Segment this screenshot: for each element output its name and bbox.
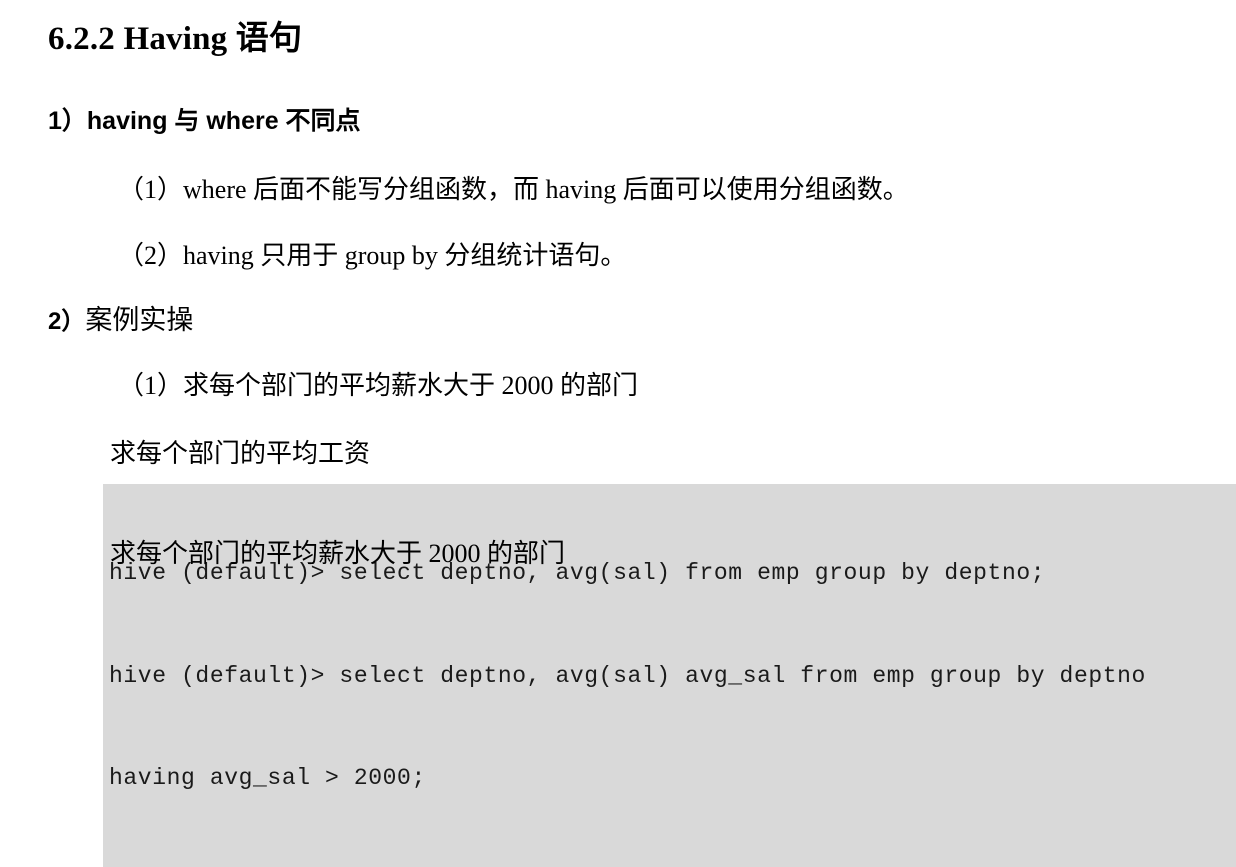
section-1-item-1: （1）where 后面不能写分组函数，而 having 后面可以使用分组函数。 [118,175,909,204]
code-line: hive (default)> select deptno, avg(sal) … [109,663,1146,689]
code-block-2: hive (default)> select deptno, avg(sal) … [103,587,1236,867]
section-1-item-2: （2）having 只用于 group by 分组统计语句。 [118,241,627,270]
section-heading-1: 1）having 与 where 不同点 [48,107,361,135]
section-heading-2-label: 案例实操 [85,305,194,335]
section-2-item-1: （1）求每个部门的平均薪水大于 2000 的部门 [118,371,639,400]
page-title: 6.2.2 Having 语句 [48,21,303,57]
section-heading-2-number: 2） [48,308,86,335]
document-page: 6.2.2 Having 语句 1）having 与 where 不同点 （1）… [0,0,1236,867]
code-line: having avg_sal > 2000; [109,765,426,791]
section-heading-2: 2）案例实操 [48,302,193,340]
example-2-caption: 求每个部门的平均薪水大于 2000 的部门 [110,539,566,568]
example-1-caption: 求每个部门的平均工资 [110,439,371,468]
